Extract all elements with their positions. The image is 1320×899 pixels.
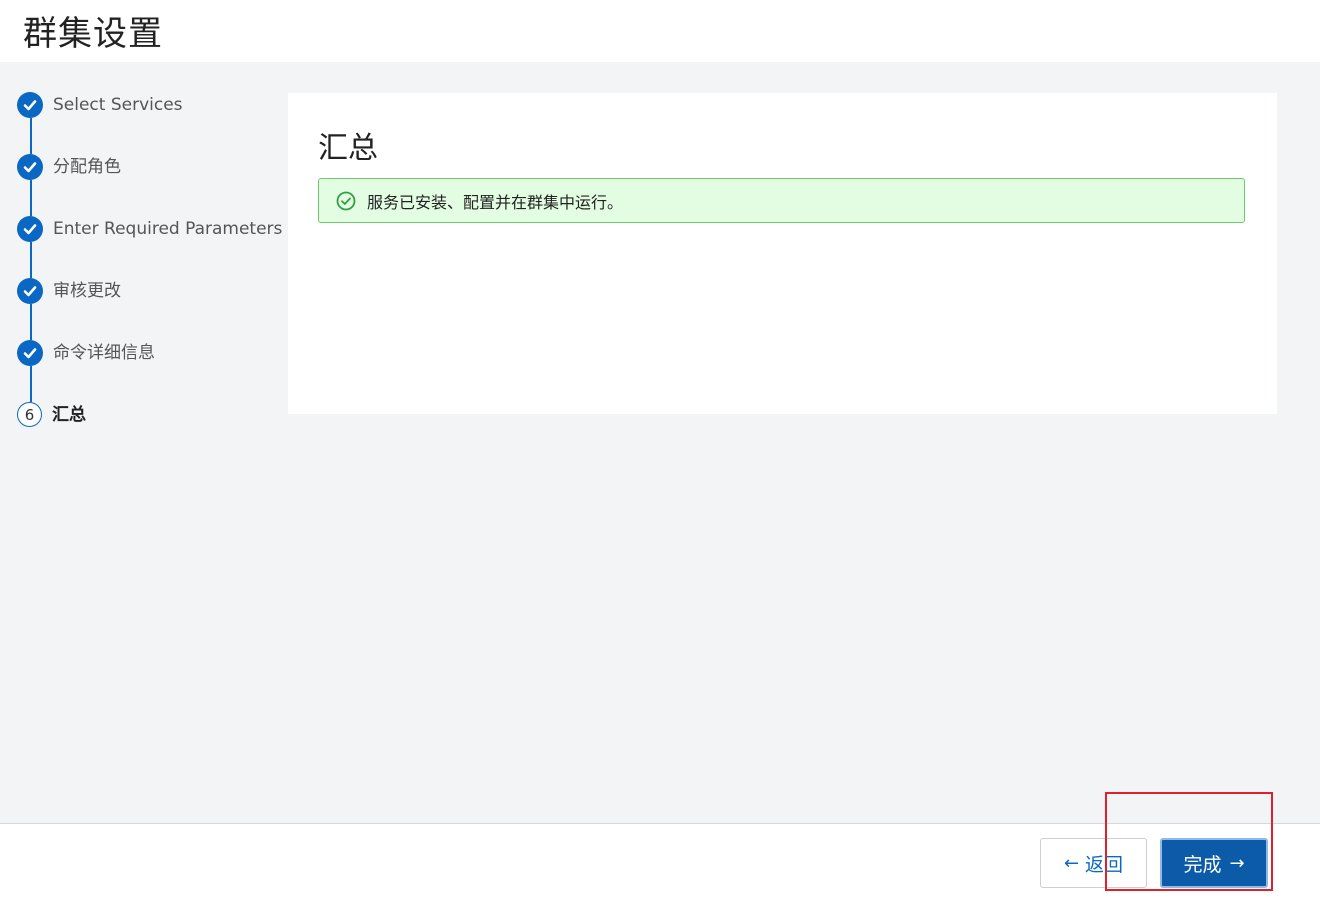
- page-title: 群集设置: [23, 14, 163, 54]
- step-connector: [30, 366, 32, 402]
- step-label: 命令详细信息: [53, 343, 155, 363]
- step-label: 汇总: [52, 405, 86, 425]
- step-connector: [30, 180, 32, 216]
- step-review-changes[interactable]: 审核更改: [17, 278, 277, 340]
- step-connector: [30, 242, 32, 278]
- step-connector: [30, 118, 32, 154]
- wizard-steps: Select Services 分配角色 Enter Required Para…: [17, 92, 282, 464]
- arrow-left-icon: ←: [1063, 852, 1080, 874]
- summary-card: 汇总 服务已安装、配置并在群集中运行。: [288, 93, 1277, 414]
- check-icon: [17, 92, 43, 118]
- arrow-right-icon: →: [1229, 852, 1245, 874]
- check-icon: [17, 340, 43, 366]
- step-connector: [30, 304, 32, 340]
- finish-button[interactable]: 完成 →: [1160, 838, 1268, 888]
- step-assign-roles[interactable]: 分配角色: [17, 154, 277, 216]
- check-icon: [17, 278, 43, 304]
- step-label: 分配角色: [53, 157, 121, 177]
- step-select-services[interactable]: Select Services: [17, 92, 277, 154]
- alert-message: 服务已安装、配置并在群集中运行。: [367, 192, 624, 212]
- back-button[interactable]: ← 返回: [1040, 838, 1147, 888]
- step-label: 审核更改: [53, 281, 121, 301]
- step-label: Enter Required Parameters: [53, 219, 283, 239]
- main-area: Select Services 分配角色 Enter Required Para…: [0, 62, 1320, 823]
- finish-button-label: 完成: [1183, 853, 1222, 876]
- check-icon: [17, 154, 43, 180]
- step-label: Select Services: [53, 95, 183, 115]
- step-required-parameters[interactable]: Enter Required Parameters: [17, 216, 282, 278]
- summary-title: 汇总: [318, 131, 378, 166]
- wizard-footer: ← 返回 完成 →: [0, 823, 1320, 899]
- step-summary[interactable]: 6 汇总: [17, 402, 277, 464]
- check-icon: [17, 216, 43, 242]
- page-header: 群集设置: [0, 0, 1320, 62]
- step-number-badge: 6: [17, 402, 42, 427]
- step-command-details[interactable]: 命令详细信息: [17, 340, 277, 402]
- back-button-label: 返回: [1085, 853, 1124, 876]
- success-check-circle-icon: [336, 191, 356, 211]
- success-alert: 服务已安装、配置并在群集中运行。: [318, 178, 1245, 223]
